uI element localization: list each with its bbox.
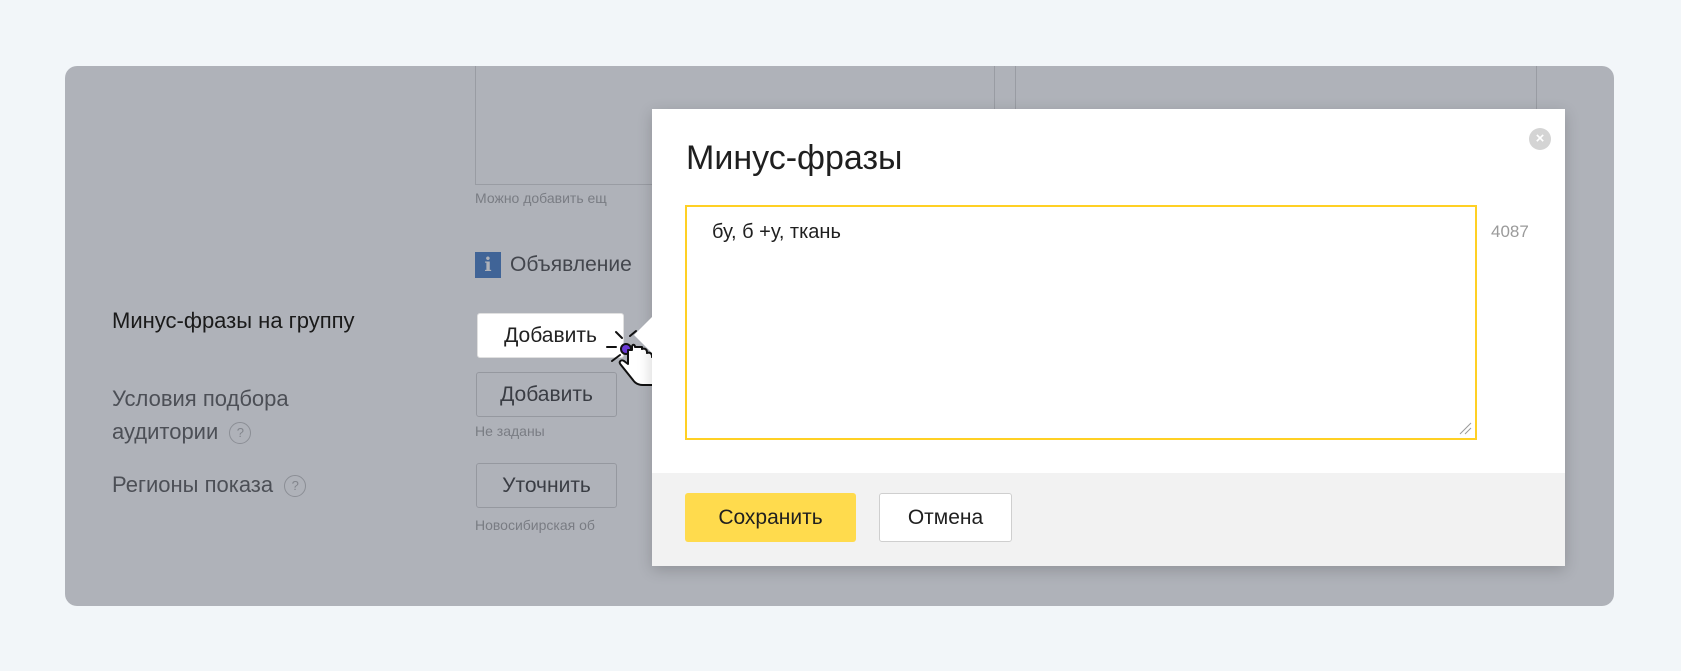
minus-phrases-value: бу, б +у, ткань xyxy=(712,221,841,243)
minus-phrases-modal: Минус-фразы × бу, б +у, ткань 4087 Сохра… xyxy=(634,109,1565,566)
char-counter: 4087 xyxy=(1491,222,1529,241)
resize-grip-icon[interactable] xyxy=(1458,421,1472,435)
cancel-button[interactable]: Отмена xyxy=(879,493,1012,542)
modal-footer: Сохранить Отмена xyxy=(652,473,1565,566)
save-button[interactable]: Сохранить xyxy=(685,493,856,542)
modal-title: Минус-фразы xyxy=(686,139,903,177)
modal-pointer-tail xyxy=(634,317,652,353)
close-icon[interactable]: × xyxy=(1529,128,1551,150)
minus-phrases-textarea[interactable]: бу, б +у, ткань xyxy=(685,205,1477,440)
minus-phrases-group-label: Минус-фразы на группу xyxy=(112,308,355,333)
